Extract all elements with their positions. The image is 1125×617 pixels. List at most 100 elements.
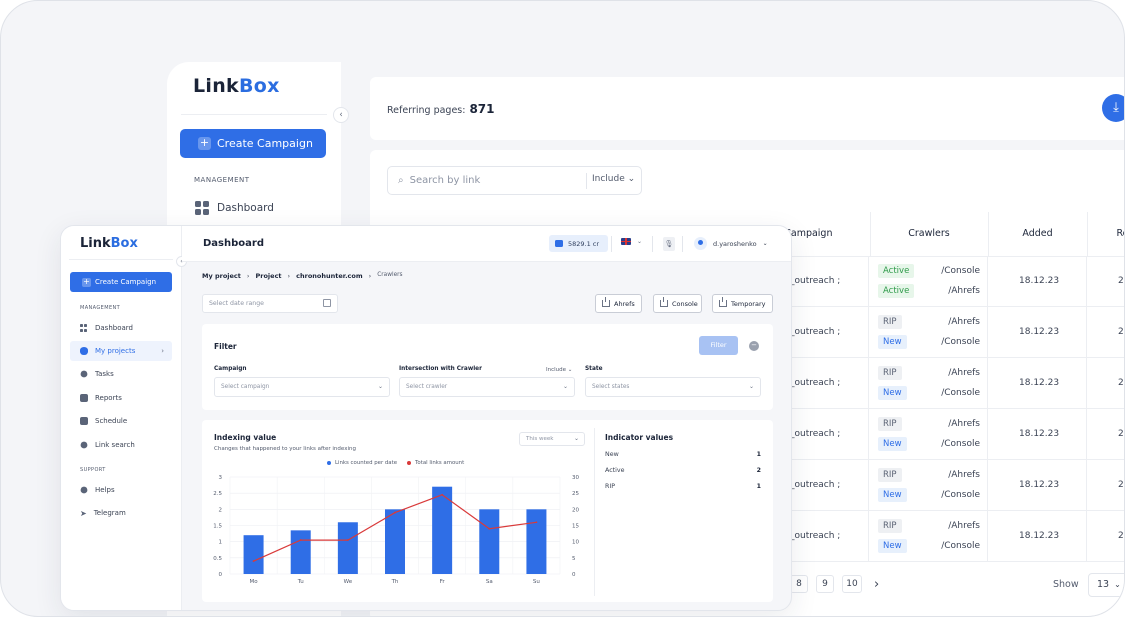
create-campaign-button[interactable]: + Create Campaign: [70, 272, 172, 292]
calendar-icon: [323, 299, 331, 307]
chevron-right-icon[interactable]: ›: [874, 577, 879, 592]
crawler-source: /Ahrefs: [948, 368, 980, 378]
sidebar-item-my-projects[interactable]: My projects ›: [70, 341, 172, 361]
credits-badge[interactable]: 5829.1 cr: [549, 235, 608, 252]
front-logo: LinkBox: [80, 236, 138, 251]
chevron-down-icon: ⌄: [377, 383, 383, 390]
re-cell: 2: [1118, 276, 1124, 286]
page-button[interactable]: 9: [816, 575, 834, 593]
sidebar-item-telegram[interactable]: ➤ Telegram: [70, 503, 172, 523]
chevron-down-icon: ⌄: [748, 383, 754, 390]
x-tick: Fr: [440, 579, 446, 585]
y-tick-right: 15: [572, 524, 579, 530]
sidebar-item-link-search[interactable]: Link search: [70, 435, 172, 455]
crawler-source: /Ahrefs: [948, 470, 980, 480]
chart-subtitle: Changes that happened to your links afte…: [214, 446, 356, 452]
collapse-icon[interactable]: −: [749, 341, 759, 351]
breadcrumb-item[interactable]: Project: [256, 272, 282, 280]
state-select[interactable]: Select states ⌄: [585, 377, 761, 397]
crawlers-cell: RIP/Ahrefs New/Console: [878, 519, 980, 553]
period-select[interactable]: This week ⌄: [519, 432, 585, 446]
page-button[interactable]: 8: [790, 575, 808, 593]
download-icon[interactable]: ⤓: [1102, 94, 1124, 122]
line-point: [488, 527, 491, 530]
sidebar-item-helps[interactable]: Helps: [70, 480, 172, 500]
back-sidebar-item-dashboard[interactable]: Dashboard: [195, 201, 274, 215]
page-size-select[interactable]: 13 ⌄: [1088, 573, 1124, 597]
breadcrumb-item[interactable]: My project: [202, 272, 241, 280]
campaign-label: Campaign: [214, 366, 247, 372]
indicator-row: Active 2: [605, 467, 761, 474]
console-button[interactable]: Console: [653, 294, 702, 313]
status-badge: New: [878, 335, 907, 349]
x-tick: We: [344, 579, 353, 585]
bar: [290, 530, 311, 574]
indicator-row: New 1: [605, 451, 761, 458]
campaign-cell: _outreach ;: [790, 327, 841, 337]
include-dropdown[interactable]: Include ⌄: [592, 174, 635, 184]
plus-icon: +: [198, 136, 211, 150]
filter-button[interactable]: Filter: [699, 336, 738, 355]
chevron-down-icon: ⌄: [562, 383, 568, 390]
download-icon: [602, 297, 610, 307]
crawler-source: /Console: [941, 439, 980, 449]
chevron-right-icon: ›: [368, 272, 372, 280]
dashboard-icon: [195, 201, 209, 215]
indicator-title: Indicator values: [605, 433, 674, 442]
sidebar-item-dashboard[interactable]: Dashboard: [70, 318, 172, 338]
date-range-input[interactable]: Select date range: [202, 294, 338, 313]
col-crawlers[interactable]: Crawlers: [870, 212, 989, 257]
search-input[interactable]: ⌕ Search by link Include ⌄: [387, 166, 642, 195]
line-point: [346, 539, 349, 541]
re-cell: 2: [1118, 429, 1124, 439]
line-point: [535, 521, 538, 524]
y-tick-left: 2.5: [213, 491, 222, 497]
status-badge: RIP: [878, 366, 902, 380]
line-point: [299, 539, 302, 541]
page-button[interactable]: 10: [842, 575, 862, 593]
breadcrumb-item[interactable]: chronohunter.com: [296, 272, 362, 280]
collapse-sidebar-button[interactable]: ‹: [333, 107, 349, 123]
crawler-source: /Console: [941, 266, 980, 276]
status-badge: Active: [878, 284, 915, 298]
back-create-campaign-button[interactable]: + Create Campaign: [180, 129, 326, 158]
indexing-chart: 00.511.522.53051015202530Mo Tu We Th Fr Sa Su: [213, 475, 579, 585]
temporary-button[interactable]: Temporary: [712, 294, 773, 313]
breadcrumb: My project › Project › chronohunter.com › C…: [202, 272, 403, 280]
support-heading: SUPPORT: [80, 467, 106, 473]
download-icon: [660, 297, 668, 307]
col-re[interactable]: Re: [1087, 212, 1124, 257]
chevron-down-icon: ⌄: [1114, 580, 1121, 589]
ahrefs-button[interactable]: Ahrefs: [595, 294, 642, 313]
chevron-right-icon: ›: [161, 347, 164, 355]
pagination: 8 9 10 ›: [790, 575, 879, 593]
chevron-down-icon[interactable]: ⌄: [637, 238, 642, 245]
re-cell: 2: [1118, 327, 1124, 337]
sidebar-item-schedule[interactable]: Schedule: [70, 411, 172, 431]
calendar-icon: [80, 417, 88, 425]
chevron-down-icon: ⌄: [573, 435, 579, 442]
re-cell: 2: [1118, 480, 1124, 490]
sidebar-item-reports[interactable]: Reports: [70, 388, 172, 408]
user-menu[interactable]: d.yaroshenko ⌄: [694, 237, 768, 250]
crawler-source: /Console: [941, 337, 980, 347]
tasks-icon: [80, 370, 88, 378]
added-cell: 18.12.23: [1019, 531, 1060, 541]
bar: [385, 509, 405, 574]
include-dropdown[interactable]: Include ⌄: [546, 367, 572, 373]
sidebar-item-tasks[interactable]: Tasks: [70, 364, 172, 384]
y-tick-left: 2: [219, 507, 223, 513]
added-cell: 18.12.23: [1019, 378, 1060, 388]
campaign-select[interactable]: Select campaign ⌄: [214, 377, 390, 397]
line-point: [441, 493, 444, 496]
help-icon: [80, 486, 88, 494]
x-tick: Mo: [250, 579, 259, 585]
crawler-select[interactable]: Select crawler ⌄: [399, 377, 575, 397]
microphone-icon[interactable]: 🎙: [663, 237, 675, 251]
telegram-icon: ➤: [80, 508, 87, 518]
chart-legend: Links counted per date Total links amoun…: [327, 460, 464, 466]
col-added[interactable]: Added: [988, 212, 1088, 257]
front-window: LinkBox + Create Campaign MANAGEMENT Dash…: [60, 225, 792, 611]
uk-flag-icon[interactable]: [621, 238, 631, 245]
crawler-source: /Console: [941, 490, 980, 500]
